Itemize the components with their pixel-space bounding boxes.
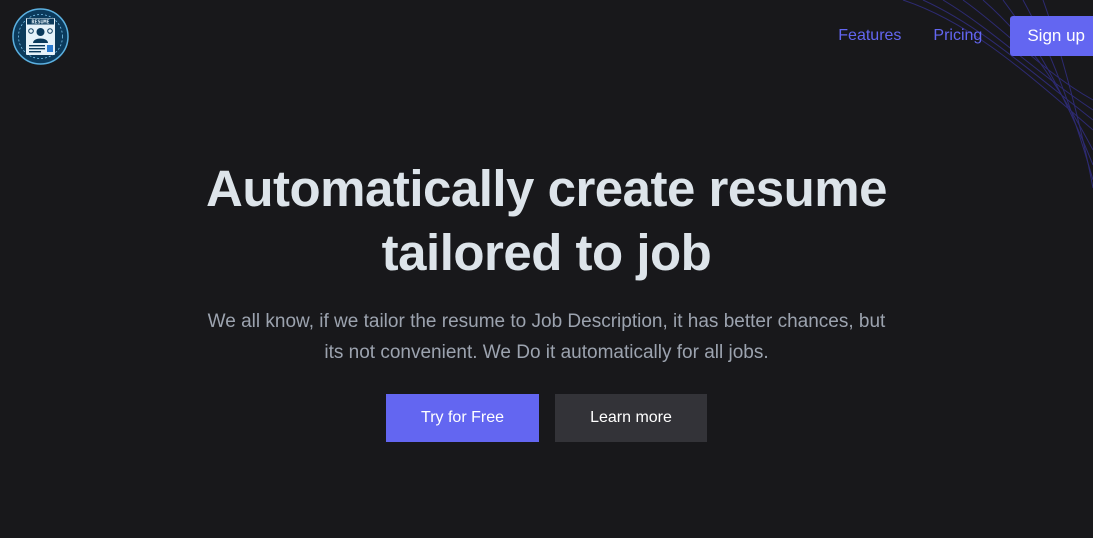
learn-more-button[interactable]: Learn more bbox=[555, 394, 707, 442]
top-nav: Features Pricing Sign up bbox=[838, 16, 1093, 56]
hero-title: Automatically create resume tailored to … bbox=[167, 157, 927, 285]
nav-link-pricing[interactable]: Pricing bbox=[933, 27, 982, 45]
hero-subtitle-line-2: its not convenient. We Do it automatical… bbox=[324, 342, 769, 363]
logo-lettering: RESUME bbox=[31, 19, 49, 25]
hero-section: Automatically create resume tailored to … bbox=[0, 157, 1093, 368]
hero-subtitle-line-1: We all know, if we tailor the resume to … bbox=[207, 311, 886, 332]
try-for-free-button[interactable]: Try for Free bbox=[386, 394, 539, 442]
signup-button[interactable]: Sign up bbox=[1010, 16, 1093, 56]
hero-subtitle: We all know, if we tailor the resume to … bbox=[167, 306, 927, 368]
cta-row: Try for Free Learn more bbox=[0, 394, 1093, 442]
resume-logo-icon[interactable]: RESUME bbox=[12, 8, 69, 65]
hero-title-line-2: tailored to job bbox=[381, 224, 712, 281]
hero-title-line-1: Automatically create resume bbox=[206, 160, 887, 217]
nav-link-features[interactable]: Features bbox=[838, 27, 901, 45]
landing-page: RESUME Features Pricing Sign up Automati… bbox=[0, 0, 1093, 538]
